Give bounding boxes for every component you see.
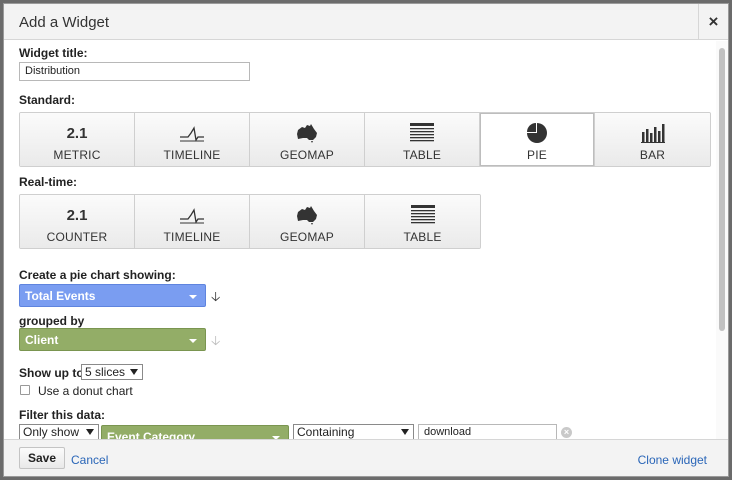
donut-checkbox[interactable] (20, 385, 30, 395)
filter-dimension-value: Event Category (107, 430, 196, 439)
pie-icon (526, 122, 548, 144)
dialog-footer: Save Cancel Clone widget (4, 439, 728, 476)
sort-arrow-icon[interactable]: 🡣 (211, 288, 220, 310)
dialog-content: Widget title: Distribution Standard: 2.1… (4, 41, 716, 439)
chevron-down-icon (86, 429, 94, 435)
counter-icon: 2.1 (66, 206, 88, 224)
donut-checkbox-label: Use a donut chart (38, 384, 133, 398)
table-icon (410, 204, 435, 226)
geomap-icon (295, 204, 319, 226)
chevron-down-icon (401, 429, 409, 435)
tile-label: PIE (527, 148, 547, 162)
standard-tile-bar[interactable]: BAR (595, 113, 710, 166)
tile-label: TIMELINE (163, 148, 221, 162)
dimension-dropdown-value: Client (25, 333, 59, 347)
standard-tile-pie[interactable]: PIE (480, 113, 595, 166)
geomap-icon (295, 122, 319, 144)
dialog-title: Add a Widget (19, 14, 110, 31)
bar-icon (640, 122, 665, 144)
realtime-widget-types: 2.1 COUNTER TIMELINE GEOMAP TABLE (19, 194, 481, 249)
standard-tile-table[interactable]: TABLE (365, 113, 480, 166)
table-icon (410, 122, 434, 144)
standard-tile-geomap[interactable]: GEOMAP (250, 113, 365, 166)
add-widget-dialog: Add a Widget × Widget title: Distributio… (3, 3, 729, 477)
vertical-scrollbar[interactable] (716, 41, 728, 439)
filter-mode-select[interactable]: Only show (19, 424, 99, 439)
filter-mode-value: Only show (23, 425, 80, 439)
standard-tile-timeline[interactable]: TIMELINE (135, 113, 250, 166)
sort-arrow-icon[interactable]: 🡣 (211, 332, 220, 354)
chevron-down-icon (189, 295, 197, 299)
tile-label: TABLE (402, 148, 442, 162)
realtime-tile-table[interactable]: TABLE (365, 195, 480, 248)
standard-widget-types: 2.1 METRIC TIMELINE GEOMAP TABLE PIE BAR (19, 112, 711, 167)
save-button[interactable]: Save (19, 447, 65, 469)
timeline-icon (179, 122, 205, 144)
filter-value-input[interactable]: download (418, 424, 557, 439)
show-up-to-label: Show up to (19, 366, 84, 380)
clone-widget-link[interactable]: Clone widget (638, 453, 707, 467)
realtime-label: Real-time: (19, 175, 78, 189)
tile-label: BAR (639, 148, 666, 162)
tile-label: COUNTER (46, 230, 108, 244)
clear-filter-icon[interactable]: × (561, 427, 572, 438)
close-icon[interactable]: × (709, 12, 719, 31)
filter-match-select[interactable]: Containing (293, 424, 414, 439)
metric-dropdown[interactable]: Total Events (19, 284, 206, 307)
slices-select[interactable]: 5 slices (81, 364, 143, 380)
standard-tile-metric[interactable]: 2.1 METRIC (20, 113, 135, 166)
widget-title-label: Widget title: (19, 46, 88, 60)
chevron-down-icon (189, 339, 197, 343)
tile-label: TIMELINE (163, 230, 221, 244)
dimension-dropdown[interactable]: Client (19, 328, 206, 351)
slices-select-value: 5 slices (85, 365, 126, 379)
metric-icon: 2.1 (66, 124, 88, 142)
chevron-down-icon (130, 369, 138, 375)
filter-match-value: Containing (297, 425, 355, 439)
standard-label: Standard: (19, 93, 76, 107)
tile-label: GEOMAP (280, 230, 334, 244)
dialog-titlebar: Add a Widget × (4, 4, 728, 40)
close-button[interactable]: × (698, 4, 728, 40)
scrollbar-thumb[interactable] (719, 48, 725, 331)
realtime-tile-counter[interactable]: 2.1 COUNTER (20, 195, 135, 248)
realtime-tile-geomap[interactable]: GEOMAP (250, 195, 365, 248)
tile-label: TABLE (403, 230, 442, 244)
widget-title-input[interactable]: Distribution (19, 62, 250, 81)
realtime-tile-timeline[interactable]: TIMELINE (135, 195, 250, 248)
tile-label: METRIC (53, 148, 101, 162)
tile-label: GEOMAP (280, 148, 334, 162)
timeline-icon (179, 204, 205, 226)
filter-dimension-dropdown[interactable]: Event Category (101, 425, 289, 439)
pie-showing-label: Create a pie chart showing: (19, 268, 176, 282)
grouped-by-label: grouped by (19, 314, 85, 328)
metric-dropdown-value: Total Events (25, 289, 96, 303)
cancel-link[interactable]: Cancel (71, 453, 108, 467)
filter-label: Filter this data: (19, 408, 106, 422)
